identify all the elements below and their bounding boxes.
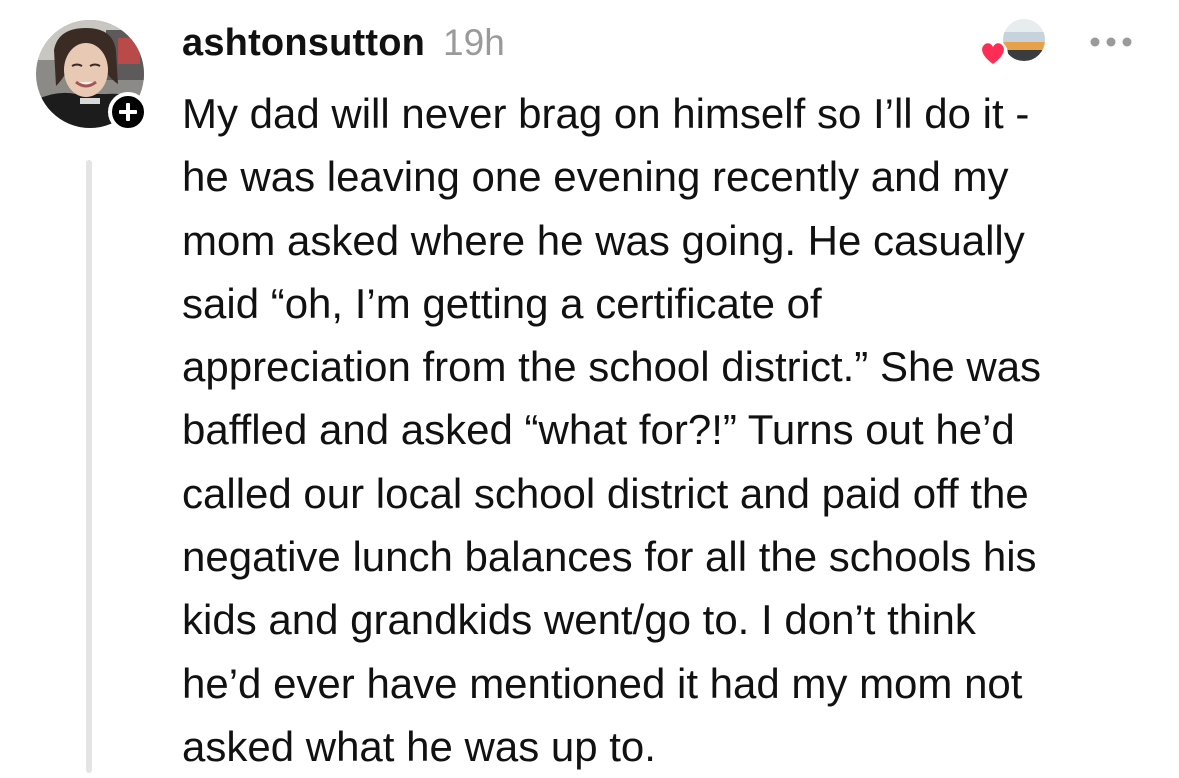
thread-line: [86, 160, 92, 773]
plus-icon: [119, 103, 137, 121]
username[interactable]: ashtonsutton: [182, 22, 425, 65]
more-options-button[interactable]: [1088, 34, 1134, 50]
comment-header: ashtonsutton 19h: [182, 22, 505, 70]
reactor-avatar-icon: [978, 17, 1047, 69]
heart-icon: [978, 39, 1008, 69]
follow-button[interactable]: [108, 92, 148, 132]
timestamp: 19h: [443, 22, 505, 63]
ellipsis-icon: [1090, 37, 1132, 47]
avatar-container: [36, 20, 148, 132]
reaction-indicator[interactable]: [976, 16, 1050, 70]
comment-body: My dad will never brag on himself so I’l…: [182, 90, 1042, 770]
